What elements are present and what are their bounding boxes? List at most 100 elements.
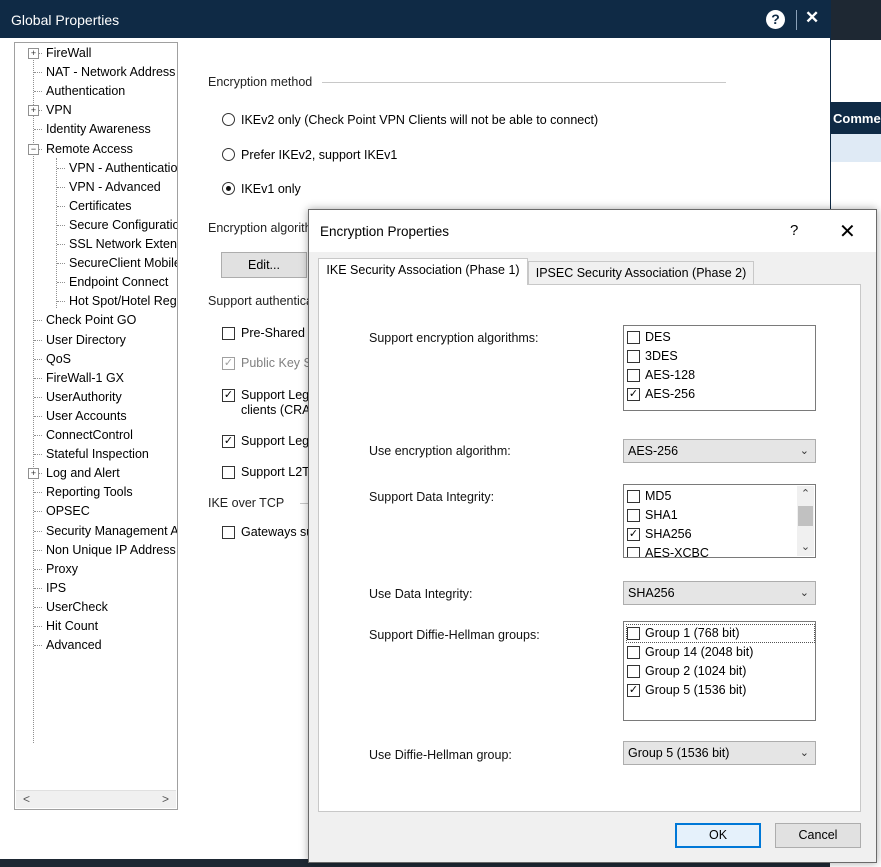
scroll-left-icon[interactable]: <: [18, 791, 35, 808]
window-title: Global Properties: [11, 12, 120, 28]
tree-connector: [34, 626, 42, 627]
scroll-up-icon[interactable]: ⌃: [797, 486, 814, 503]
expand-icon[interactable]: +: [28, 468, 39, 480]
encryption-method-label: Encryption method: [208, 75, 313, 89]
tree-connector: [34, 435, 42, 436]
background-column-header: Comments: [830, 102, 881, 134]
tree-connector: [34, 530, 42, 532]
tree-connector: [34, 568, 42, 570]
tree-item[interactable]: Secure Configuration Verification (SCV): [69, 216, 177, 235]
use-encryption-label: Use encryption algorithm:: [369, 444, 511, 458]
tree-item[interactable]: QoS: [46, 350, 71, 369]
data-integrity-list[interactable]: MD5 SHA1 ✓ SHA256 AES-XCBC ⌃ ⌄: [623, 484, 816, 558]
tree-item[interactable]: User Directory: [46, 331, 126, 350]
dialog-titlebar: Encryption Properties ? ✕: [309, 210, 876, 252]
close-icon[interactable]: ✕: [805, 8, 819, 28]
tree-item[interactable]: ConnectControl: [46, 426, 133, 445]
background-selected-row: [830, 134, 881, 162]
tree-connector: [34, 396, 42, 398]
window-titlebar: Global Properties ? ✕: [0, 0, 830, 38]
tree-item[interactable]: NAT - Network Address Translation: [46, 63, 177, 82]
integrity-list-scrollbar[interactable]: ⌃ ⌄: [797, 486, 814, 556]
tree-connector: [34, 606, 42, 608]
tree-item[interactable]: UserCheck: [46, 598, 108, 617]
expand-icon[interactable]: +: [28, 48, 39, 59]
tree-item[interactable]: UserAuthority: [46, 388, 122, 407]
titlebar-separator: [796, 10, 797, 30]
ok-button[interactable]: OK: [675, 823, 761, 848]
encryption-properties-dialog: Encryption Properties ? ✕ IKE Security A…: [308, 209, 877, 863]
dialog-close-icon[interactable]: ✕: [839, 219, 856, 244]
tree-item[interactable]: IPS: [46, 579, 66, 598]
tree-item[interactable]: VPN - Authentication and Encryption: [69, 159, 177, 178]
encryption-algorithms-list[interactable]: DES 3DES AES-128 ✓ AES-256: [623, 325, 816, 411]
cancel-button[interactable]: Cancel: [775, 823, 861, 848]
tree-item[interactable]: User Accounts: [46, 407, 127, 426]
tab-ike-phase1[interactable]: IKE Security Association (Phase 1): [318, 258, 528, 285]
radio-circle[interactable]: [222, 113, 235, 126]
ike-over-tcp-label: IKE over TCP: [208, 496, 285, 510]
chevron-down-icon[interactable]: ⌄: [800, 440, 809, 462]
ike-phase1-panel: Support encryption algorithms: DES 3DES …: [318, 284, 861, 812]
tree-item[interactable]: VPN: [46, 101, 72, 120]
expand-icon[interactable]: +: [28, 105, 39, 117]
tree-item[interactable]: FireWall-1 GX: [46, 369, 124, 388]
radio-circle[interactable]: [222, 148, 235, 161]
tree-item[interactable]: Proxy: [46, 560, 78, 579]
tree-connector: [57, 186, 65, 188]
tree-connector: [56, 158, 57, 308]
tree-connector: [57, 263, 65, 265]
tree-connector: [34, 549, 42, 551]
help-icon[interactable]: ?: [766, 10, 785, 29]
use-integrity-label: Use Data Integrity:: [369, 587, 473, 601]
tree-item[interactable]: Security Management Access: [46, 522, 177, 541]
radio-circle-selected[interactable]: [222, 182, 235, 195]
tree-item[interactable]: Authentication: [46, 82, 125, 101]
scroll-down-icon[interactable]: ⌄: [797, 539, 814, 556]
tree-item[interactable]: FireWall: [46, 44, 91, 63]
tree-item[interactable]: Endpoint Connect: [69, 273, 168, 292]
tree-item[interactable]: Check Point GO: [46, 311, 136, 330]
properties-tree[interactable]: FireWall + NAT - Network Address Translati…: [14, 42, 178, 810]
tree-item[interactable]: Hit Count: [46, 617, 98, 636]
tree-item[interactable]: SecureClient Mobile: [69, 254, 177, 273]
tree-connector: [57, 167, 65, 169]
tree-item[interactable]: Hot Spot/Hotel Registration: [69, 292, 177, 311]
dialog-help-icon[interactable]: ?: [790, 222, 798, 239]
scrollbar-thumb[interactable]: [798, 506, 813, 526]
edit-button[interactable]: Edit...: [221, 252, 307, 278]
tree-item[interactable]: Remote Access: [46, 140, 133, 159]
tree-connector: [57, 244, 65, 245]
tree-connector: [34, 339, 42, 341]
tree-item[interactable]: OPSEC: [46, 502, 90, 521]
scroll-right-icon[interactable]: >: [157, 791, 174, 808]
tab-ipsec-phase2[interactable]: IPSEC Security Association (Phase 2): [528, 261, 754, 285]
tree-connector: [34, 511, 42, 513]
tree-item[interactable]: Certificates: [69, 197, 132, 216]
background-toolbar: [830, 40, 881, 102]
data-integrity-select[interactable]: SHA256 ⌄: [623, 581, 816, 605]
tree-connector: [34, 377, 42, 379]
tree-item[interactable]: Non Unique IP Address Ranges: [46, 541, 177, 560]
use-dh-label: Use Diffie-Hellman group:: [369, 748, 512, 762]
tree-connector: [34, 129, 42, 131]
tree-connector: [34, 454, 42, 456]
tree-item[interactable]: Stateful Inspection: [46, 445, 149, 464]
tree-item[interactable]: SSL Network Extender: [69, 235, 177, 254]
dialog-title: Encryption Properties: [320, 224, 450, 239]
dh-group-select[interactable]: Group 5 (1536 bit) ⌄: [623, 741, 816, 765]
tree-item[interactable]: VPN - Advanced: [69, 178, 161, 197]
chevron-down-icon[interactable]: ⌄: [800, 742, 809, 764]
tree-item[interactable]: Advanced: [46, 636, 102, 655]
support-integrity-label: Support Data Integrity:: [369, 490, 495, 504]
tree-item[interactable]: Reporting Tools: [46, 483, 133, 502]
collapse-icon[interactable]: −: [28, 143, 39, 155]
tree-horizontal-scrollbar[interactable]: < >: [16, 790, 176, 808]
tree-item[interactable]: Identity Awareness: [46, 120, 151, 139]
tree-connector: [34, 72, 42, 74]
tree-connector: [34, 320, 42, 322]
encryption-algorithm-select[interactable]: AES-256 ⌄: [623, 439, 816, 463]
dh-groups-list[interactable]: Group 1 (768 bit) Group 14 (2048 bit) Gr…: [623, 621, 816, 721]
tree-item[interactable]: Log and Alert: [46, 464, 120, 483]
chevron-down-icon[interactable]: ⌄: [800, 582, 809, 604]
